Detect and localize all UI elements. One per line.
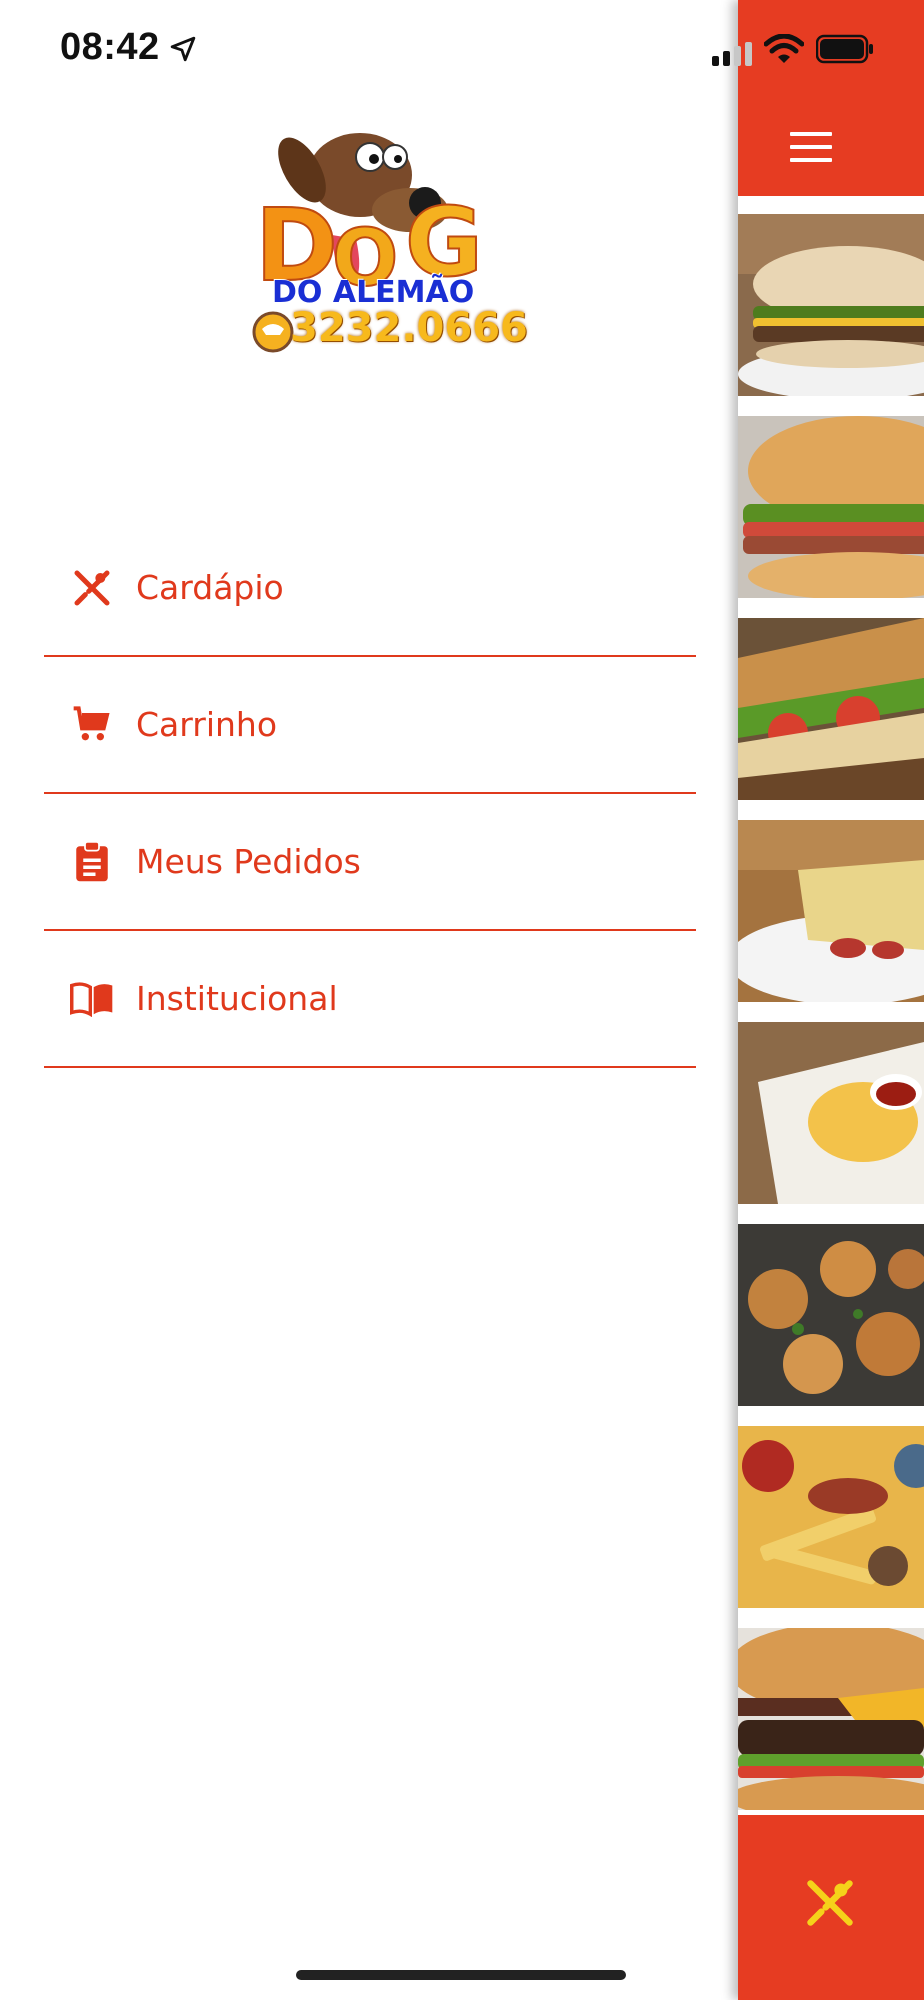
main-app-content[interactable] (738, 0, 924, 2000)
menu-item-label: Meus Pedidos (136, 842, 361, 881)
fork-knife-icon (70, 566, 114, 610)
category-thumbnail[interactable] (738, 416, 924, 598)
category-thumbnail[interactable] (738, 618, 924, 800)
menu-item-meus-pedidos[interactable]: Meus Pedidos (44, 794, 696, 931)
menu-item-label: Carrinho (136, 705, 278, 744)
cellular-signal-icon (712, 42, 752, 66)
location-arrow-icon (170, 36, 196, 62)
cart-icon (70, 703, 114, 747)
category-thumbnail[interactable] (738, 1628, 924, 1810)
bacon-burger-image (738, 416, 924, 598)
category-thumbnail[interactable] (738, 1426, 924, 1608)
sandwich-image (738, 214, 924, 396)
brand-logo: D O G DO ALEMÃO 3232.0666 (240, 115, 528, 365)
category-thumbnail[interactable] (738, 214, 924, 396)
status-time: 08:42 (60, 26, 160, 68)
category-thumbnail[interactable] (738, 820, 924, 1002)
cheeseburger-image (738, 1628, 924, 1810)
sausage-sandwich-image (738, 820, 924, 1002)
book-icon (70, 977, 114, 1021)
fried-croquettes-image (738, 1224, 924, 1406)
category-thumbnail[interactable] (738, 1022, 924, 1204)
menu-item-label: Cardápio (136, 568, 284, 607)
logo-phone-number: 3232.0666 (290, 305, 528, 351)
status-bar: 08:42 (0, 0, 924, 100)
clipboard-icon (70, 840, 114, 884)
menu-item-institucional[interactable]: Institucional (44, 931, 696, 1068)
wifi-icon (764, 34, 804, 63)
fork-knife-icon[interactable] (804, 1877, 856, 1929)
category-thumbnail[interactable] (738, 1224, 924, 1406)
fries-with-sausage-image (738, 1426, 924, 1608)
toasted-sandwich-image (738, 618, 924, 800)
navigation-drawer: D O G DO ALEMÃO 3232.0666 Cardápio Carri… (0, 0, 738, 2000)
hamburger-menu-icon[interactable] (790, 132, 832, 162)
battery-icon (816, 34, 873, 64)
home-indicator[interactable] (296, 1970, 626, 1980)
french-fries-image (738, 1022, 924, 1204)
app-footer (738, 1815, 924, 2000)
menu-item-cardapio[interactable]: Cardápio (44, 520, 696, 657)
drawer-menu: Cardápio Carrinho Meus Pedidos Instituci… (44, 520, 696, 1068)
menu-item-label: Institucional (136, 979, 338, 1018)
menu-item-carrinho[interactable]: Carrinho (44, 657, 696, 794)
